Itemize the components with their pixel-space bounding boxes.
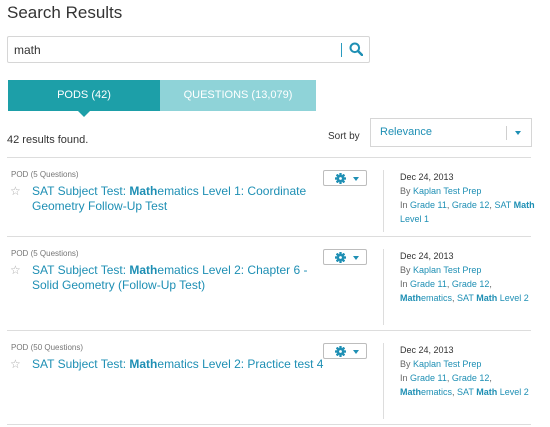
- divider: [7, 157, 531, 158]
- result-meta: Dec 24, 2013 By Kaplan Test Prep In Grad…: [400, 343, 535, 399]
- star-icon[interactable]: ☆: [10, 184, 21, 198]
- search-icon: [349, 42, 363, 56]
- result-date: Dec 24, 2013: [400, 251, 454, 261]
- author-link[interactable]: Kaplan Test Prep: [413, 359, 481, 369]
- result-title-link[interactable]: SAT Subject Test: Mathematics Level 1: C…: [32, 184, 332, 214]
- result-tags: In Grade 11, Grade 12, SAT Math Level 1: [400, 200, 535, 224]
- tag-link[interactable]: Mathematics: [400, 387, 452, 397]
- chevron-down-icon: [515, 131, 521, 135]
- result-title-link[interactable]: SAT Subject Test: Mathematics Level 2: P…: [32, 357, 332, 372]
- result-meta: Dec 24, 2013 By Kaplan Test Prep In Grad…: [400, 170, 535, 226]
- search-box: [7, 36, 370, 63]
- result-type: POD (5 Questions): [11, 170, 79, 179]
- author-link[interactable]: Kaplan Test Prep: [413, 265, 481, 275]
- page-title: Search Results: [7, 3, 123, 22]
- list-item: POD (5 Questions) ☆ SAT Subject Test: Ma…: [7, 249, 531, 325]
- tag-link[interactable]: SAT Math Level 2: [457, 293, 529, 303]
- tag-link[interactable]: Mathematics: [400, 293, 452, 303]
- options-button[interactable]: [323, 170, 367, 186]
- options-button[interactable]: [323, 343, 367, 359]
- sort-divider: [506, 126, 507, 140]
- divider: [7, 236, 531, 237]
- search-button[interactable]: [345, 39, 367, 61]
- list-item: POD (5 Questions) ☆ SAT Subject Test: Ma…: [7, 170, 535, 232]
- tag-link[interactable]: Grade 12: [452, 200, 490, 210]
- result-author-line: By Kaplan Test Prep: [400, 359, 482, 369]
- result-date: Dec 24, 2013: [400, 345, 454, 355]
- result-tags: In Grade 11, Grade 12, Mathematics, SAT …: [400, 373, 529, 397]
- tag-link[interactable]: Grade 11: [410, 200, 447, 210]
- sort-by-label: Sort by: [328, 131, 360, 142]
- divider: [7, 330, 531, 331]
- result-author-line: By Kaplan Test Prep: [400, 186, 482, 196]
- divider: [7, 424, 531, 425]
- tab-pods[interactable]: PODS (42): [8, 80, 160, 111]
- column-divider: [383, 249, 384, 325]
- result-author-line: By Kaplan Test Prep: [400, 265, 482, 275]
- search-input[interactable]: [14, 41, 334, 59]
- tag-link[interactable]: Grade 11: [410, 279, 447, 289]
- result-type: POD (50 Questions): [11, 343, 84, 352]
- chevron-down-icon: [353, 177, 359, 181]
- star-icon[interactable]: ☆: [10, 263, 21, 277]
- result-title-link[interactable]: SAT Subject Test: Mathematics Level 2: C…: [32, 263, 332, 293]
- star-icon[interactable]: ☆: [10, 357, 21, 371]
- list-item: POD (50 Questions) ☆ SAT Subject Test: M…: [7, 343, 531, 419]
- results-count: 42 results found.: [7, 134, 89, 146]
- sort-dropdown[interactable]: Relevance: [370, 118, 532, 147]
- chevron-down-icon: [353, 256, 359, 260]
- column-divider: [383, 343, 384, 419]
- result-tags: In Grade 11, Grade 12, Mathematics, SAT …: [400, 279, 529, 303]
- gear-icon: [335, 252, 346, 263]
- column-divider: [383, 170, 384, 232]
- options-button[interactable]: [323, 249, 367, 265]
- tag-link[interactable]: Grade 11: [410, 373, 447, 383]
- result-date: Dec 24, 2013: [400, 172, 454, 182]
- search-divider: [341, 43, 342, 57]
- result-meta: Dec 24, 2013 By Kaplan Test Prep In Grad…: [400, 249, 535, 305]
- active-tab-indicator: [78, 111, 90, 117]
- sort-selected-value: Relevance: [380, 126, 432, 138]
- result-tabs: PODS (42) QUESTIONS (13,079): [8, 80, 318, 117]
- gear-icon: [335, 173, 346, 184]
- tag-link[interactable]: Grade 12: [452, 279, 490, 289]
- tab-questions[interactable]: QUESTIONS (13,079): [160, 80, 316, 111]
- tag-link[interactable]: SAT Math Level 2: [457, 387, 529, 397]
- chevron-down-icon: [353, 350, 359, 354]
- gear-icon: [335, 346, 346, 357]
- result-type: POD (5 Questions): [11, 249, 79, 258]
- author-link[interactable]: Kaplan Test Prep: [413, 186, 481, 196]
- tag-link[interactable]: Grade 12: [452, 373, 490, 383]
